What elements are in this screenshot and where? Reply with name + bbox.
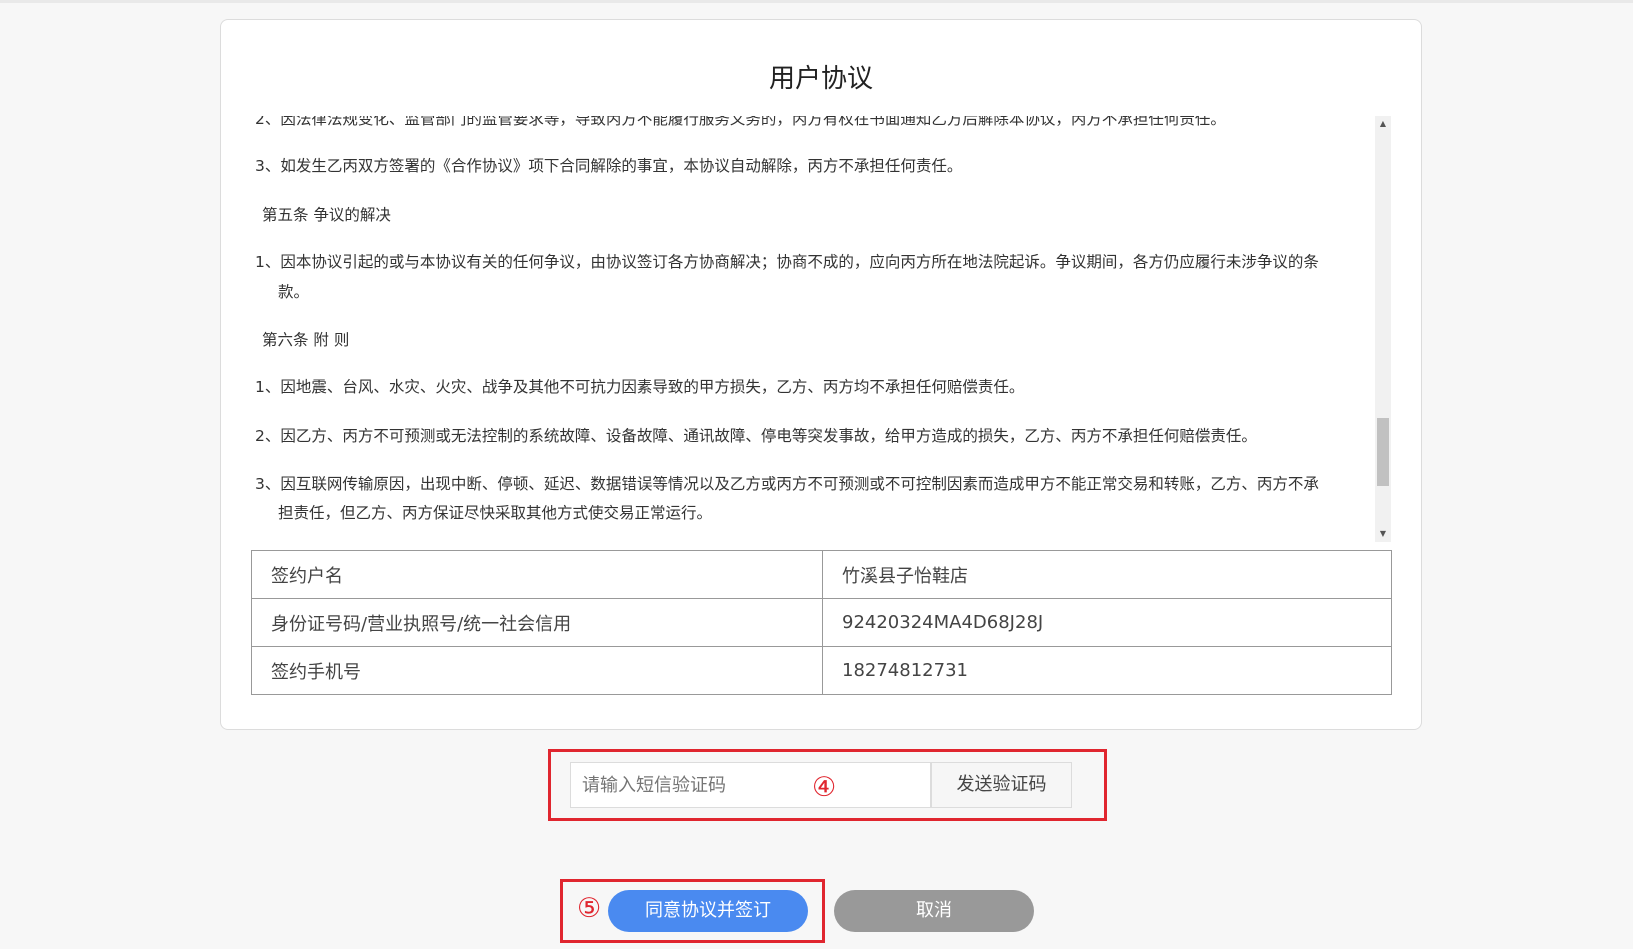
- agree-and-sign-button[interactable]: 同意协议并签订: [608, 890, 808, 932]
- table-cell-label: 签约手机号: [251, 646, 823, 695]
- signing-info-table: 签约户名 竹溪县子怡鞋店 身份证号码/营业执照号/统一社会信用 92420324…: [251, 550, 1392, 695]
- agreement-scrollbar[interactable]: ▲ ▼: [1375, 116, 1391, 542]
- agreement-paragraph: 1、因地震、台风、水灾、火灾、战争及其他不可抗力因素导致的甲方损失，乙方、丙方均…: [255, 378, 1025, 396]
- agreement-paragraph: 2、因乙方、丙方不可预测或无法控制的系统故障、设备故障、通讯故障、停电等突发事故…: [255, 427, 1257, 445]
- agreement-scroll-area[interactable]: 2、因法律法规变化、监管部门的监管要求等，导致丙方不能履行服务义务的，丙方有权在…: [251, 116, 1391, 542]
- step-marker-4: ④: [812, 772, 837, 803]
- agreement-paragraph: 2、因法律法规变化、监管部门的监管要求等，导致丙方不能履行服务义务的，丙方有权在…: [255, 116, 1226, 128]
- table-row: 签约户名 竹溪县子怡鞋店: [251, 550, 1392, 599]
- agreement-paragraph: 1、因本协议引起的或与本协议有关的任何争议，由协议签订各方协商解决；协商不成的，…: [255, 253, 1319, 271]
- agreement-paragraph: 3、因互联网传输原因，出现中断、停顿、延迟、数据错误等情况以及乙方或丙方不可预测…: [255, 475, 1319, 493]
- table-cell-value: 18274812731: [822, 646, 1392, 695]
- table-cell-label: 身份证号码/营业执照号/统一社会信用: [251, 598, 823, 647]
- agreement-title: 用户协议: [768, 64, 873, 94]
- agreement-section-heading: 第五条 争议的解决: [262, 206, 391, 224]
- agreement-card: 用户协议 2、因法律法规变化、监管部门的监管要求等，导致丙方不能履行服务义务的，…: [220, 19, 1422, 730]
- send-code-button[interactable]: 发送验证码: [931, 762, 1072, 808]
- table-cell-value: 92420324MA4D68J28J: [822, 598, 1392, 647]
- agreement-section-heading: 第六条 附 则: [262, 331, 350, 349]
- cancel-button[interactable]: 取消: [834, 890, 1034, 932]
- scrollbar-thumb[interactable]: [1377, 418, 1389, 486]
- top-divider: [0, 0, 1633, 3]
- step-marker-5: ⑤: [577, 893, 602, 924]
- table-cell-value: 竹溪县子怡鞋店: [822, 550, 1392, 599]
- agreement-paragraph: 3、如发生乙丙双方签署的《合作协议》项下合同解除的事宜，本协议自动解除，丙方不承…: [255, 157, 963, 175]
- agreement-paragraph: 担责任，但乙方、丙方保证尽快采取其他方式使交易正常运行。: [278, 504, 713, 522]
- agreement-paragraph: 款。: [278, 283, 310, 301]
- table-row: 签约手机号 18274812731: [251, 646, 1392, 695]
- table-row: 身份证号码/营业执照号/统一社会信用 92420324MA4D68J28J: [251, 598, 1392, 647]
- table-cell-label: 签约户名: [251, 550, 823, 599]
- scroll-up-arrow-icon[interactable]: ▲: [1375, 116, 1391, 132]
- scroll-down-arrow-icon[interactable]: ▼: [1375, 526, 1391, 542]
- sms-code-input[interactable]: [570, 762, 931, 808]
